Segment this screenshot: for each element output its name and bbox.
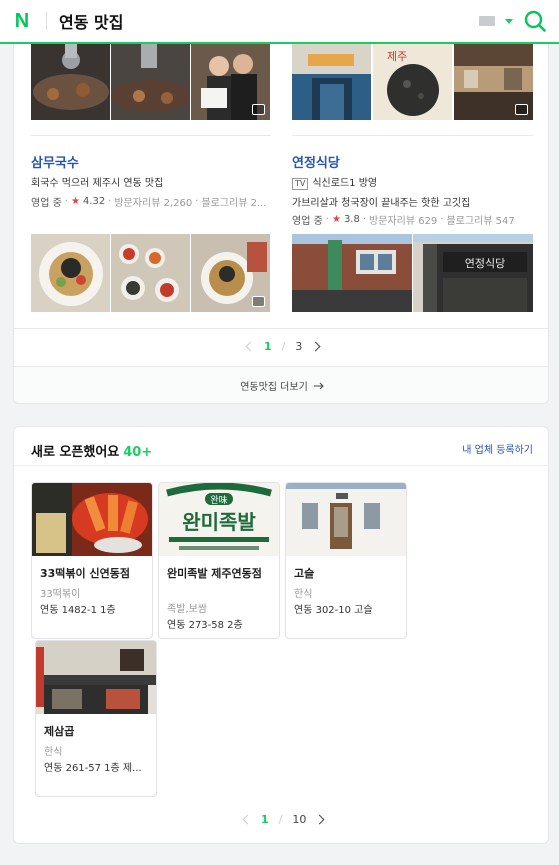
- photo-gallery-icon: [515, 104, 528, 115]
- blog-review-count[interactable]: 블로그리뷰 547: [446, 212, 514, 227]
- new-open-card: 새로 오픈했어요 40+ 내 업체 등록하기 33떡볶이 신연동점 33떡볶이 연…: [13, 426, 550, 844]
- more-restaurants-button[interactable]: 연동맛집 더보기: [14, 366, 548, 403]
- chevron-right-icon[interactable]: [314, 814, 325, 825]
- photo-thumb[interactable]: [292, 234, 412, 312]
- new-shop-card[interactable]: 완味 완미족발 완미족발 제주연동점 족발,보쌈 연동 273-58 2층: [158, 482, 280, 639]
- shop-category: 33떡볶이: [40, 589, 81, 600]
- shop-photo: [32, 483, 152, 556]
- photo-thumb[interactable]: [454, 44, 533, 120]
- search-icon[interactable]: [523, 9, 547, 33]
- place-name-link[interactable]: 삼무국수: [31, 152, 79, 171]
- shop-name: 제삼곱: [44, 725, 75, 738]
- new-shop-card[interactable]: 33떡볶이 신연동점 33떡볶이 연동 1482-1 1층: [31, 482, 153, 639]
- blog-review-count[interactable]: 블로그리뷰 2...: [201, 194, 266, 209]
- shop-address: 연동 261-57 1층 제...: [44, 763, 142, 774]
- page-total: 3: [295, 340, 303, 353]
- tv-badge: TV: [292, 178, 309, 190]
- visit-review-count[interactable]: 방문자리뷰 629: [369, 212, 437, 227]
- place-meta: 영업 중 · ★ 3.8 · 방문자리뷰 629 · 블로그리뷰 547: [292, 212, 515, 227]
- shop-category: 족발,보쌈: [167, 604, 207, 615]
- dropdown-caret-icon[interactable]: [505, 18, 513, 24]
- divider: [14, 465, 550, 466]
- tv-show: 식신로드1 방영: [312, 178, 378, 189]
- page-current: 1: [264, 340, 272, 353]
- rating: 3.8: [343, 214, 360, 225]
- rating: 4.32: [82, 196, 106, 207]
- keyboard-icon[interactable]: [479, 16, 495, 26]
- shop-address: 연동 1482-1 1층: [40, 605, 116, 616]
- shop-photo: 완味 완미족발: [159, 483, 279, 556]
- photo-thumb[interactable]: 연정식당: [413, 234, 533, 312]
- restaurant-list-card: 제주 삼무국수 회국수 먹으러 제주시 연동 맛집 영업 중 · ★ 4.32 …: [13, 44, 549, 404]
- shop-category: 한식: [294, 589, 313, 600]
- shop-sign-text: 완味: [210, 494, 227, 506]
- signboard-text: 연정식당: [465, 257, 505, 270]
- shop-name: 33떡볶이 신연동점: [40, 567, 130, 580]
- naver-logo[interactable]: N: [12, 10, 32, 32]
- new-shop-card[interactable]: 고슬 한식 연동 302-10 고슬: [285, 482, 407, 639]
- photo-thumb[interactable]: [31, 234, 110, 312]
- place-tv-info: TV 식신로드1 방영: [292, 174, 533, 190]
- section-title: 새로 오픈했어요 40+: [31, 445, 153, 460]
- photo-thumb[interactable]: [31, 44, 110, 120]
- shop-address: 연동 273-58 2층: [167, 620, 243, 631]
- divider: [14, 328, 548, 329]
- business-status: 영업 중: [31, 198, 62, 209]
- shop-name: 고슬: [294, 567, 315, 580]
- photo-gallery-icon: [252, 104, 265, 115]
- header-divider: [46, 12, 47, 30]
- pagination: 1 / 3: [245, 340, 321, 353]
- chevron-right-icon[interactable]: [310, 341, 321, 352]
- place-meta: 영업 중 · ★ 4.32 · 방문자리뷰 2,260 · 블로그리뷰 2...: [31, 194, 267, 209]
- chevron-left-icon[interactable]: [242, 814, 253, 825]
- place-description: 가브리살과 청국장이 끝내주는 핫한 고깃집: [292, 198, 471, 209]
- place-description: 회국수 먹으러 제주시 연동 맛집: [31, 178, 164, 189]
- new-open-count: 40+: [123, 445, 153, 460]
- star-icon: ★: [70, 196, 80, 207]
- divider: [31, 135, 271, 136]
- photo-gallery-icon: [252, 296, 265, 307]
- business-status: 영업 중: [292, 216, 323, 227]
- more-label: 연동맛집 더보기: [240, 382, 308, 393]
- register-business-link[interactable]: 내 업체 등록하기: [462, 441, 533, 456]
- shop-address: 연동 302-10 고슬: [294, 605, 373, 616]
- shop-photo: [286, 483, 406, 556]
- chevron-left-icon[interactable]: [245, 341, 256, 352]
- star-icon: ★: [331, 214, 341, 225]
- photo-thumb[interactable]: [111, 44, 190, 120]
- svg-text:제주: 제주: [387, 50, 407, 63]
- page-total: 10: [292, 813, 307, 826]
- new-shop-card[interactable]: 제삼곱 한식 연동 261-57 1층 제...: [35, 640, 157, 797]
- shop-category: 한식: [44, 747, 63, 758]
- photo-thumb[interactable]: [191, 44, 270, 120]
- page-current: 1: [261, 813, 269, 826]
- divider: [292, 135, 533, 136]
- search-header: N 연동 맛집: [0, 0, 559, 44]
- photo-thumb[interactable]: 제주: [373, 44, 452, 120]
- visit-review-count[interactable]: 방문자리뷰 2,260: [114, 194, 192, 209]
- pagination: 1 / 10: [242, 813, 325, 826]
- photo-thumb[interactable]: [191, 234, 270, 312]
- arrow-right-icon: [313, 382, 324, 389]
- photo-thumb[interactable]: [292, 44, 371, 120]
- photo-thumb[interactable]: [111, 234, 190, 312]
- place-name-link[interactable]: 연정식당: [292, 152, 340, 171]
- search-query-input[interactable]: 연동 맛집: [59, 9, 123, 33]
- shop-sign-text: 완미족발: [182, 510, 256, 534]
- shop-photo: [36, 641, 156, 714]
- shop-name: 완미족발 제주연동점: [167, 567, 262, 580]
